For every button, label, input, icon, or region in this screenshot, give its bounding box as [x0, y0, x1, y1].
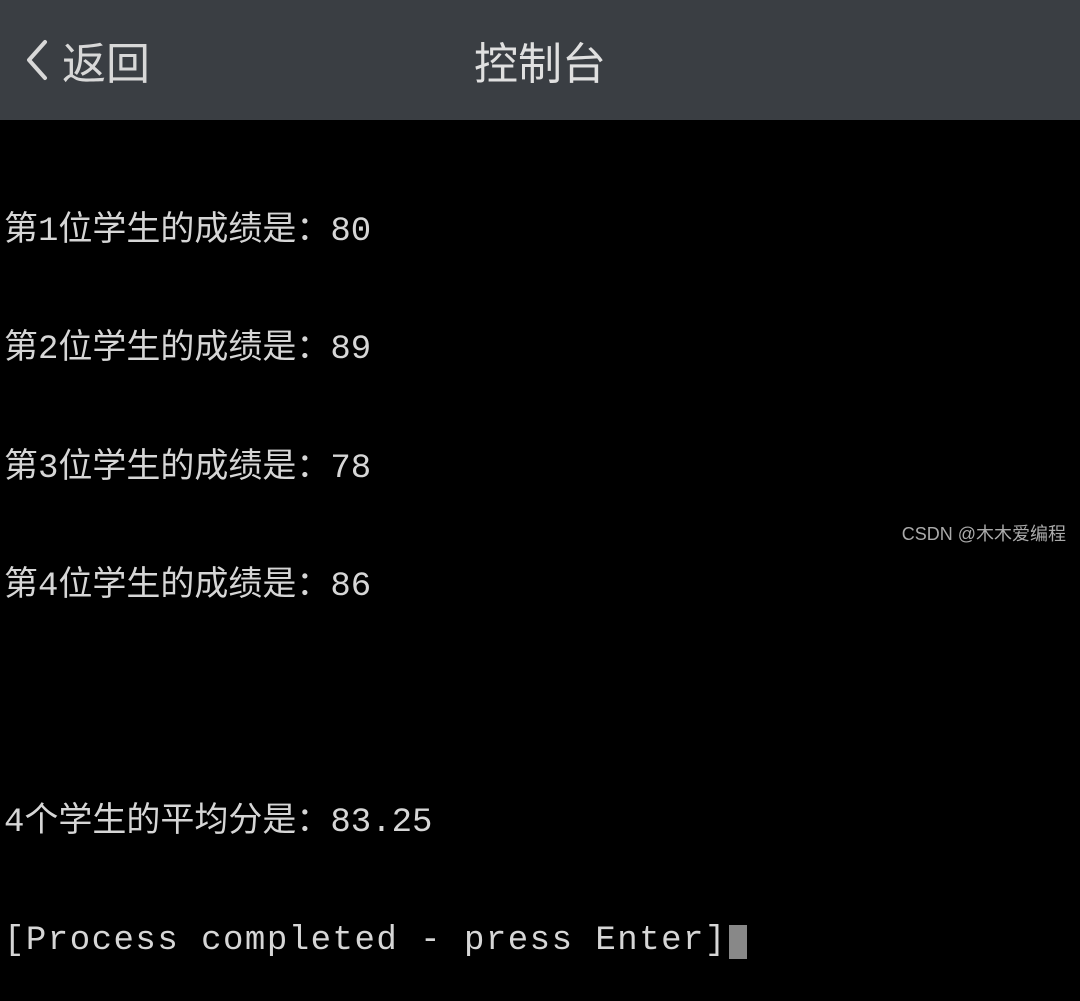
back-label: 返回 — [62, 28, 150, 92]
blank-line — [4, 686, 1076, 725]
console-line: 第3位学生的成绩是：78 — [4, 450, 1076, 489]
console-line: 第1位学生的成绩是：80 — [4, 213, 1076, 252]
console-line: 第2位学生的成绩是：89 — [4, 331, 1076, 370]
process-complete-line: [Process completed - press Enter] — [4, 922, 1076, 961]
process-text: [Process completed - press Enter] — [4, 922, 727, 961]
console-average-line: 4个学生的平均分是：83.25 — [4, 804, 1076, 843]
back-button[interactable]: 返回 — [20, 28, 150, 92]
console-line: 第4位学生的成绩是：86 — [4, 568, 1076, 607]
terminal-cursor — [729, 925, 747, 959]
watermark: CSDN @木木爱编程 — [902, 520, 1066, 546]
page-title: 控制台 — [474, 28, 606, 92]
header-bar: 返回 控制台 — [0, 0, 1080, 120]
console-output: 第1位学生的成绩是：80 第2位学生的成绩是：89 第3位学生的成绩是：78 第… — [0, 120, 1080, 554]
chevron-left-icon — [20, 38, 54, 82]
